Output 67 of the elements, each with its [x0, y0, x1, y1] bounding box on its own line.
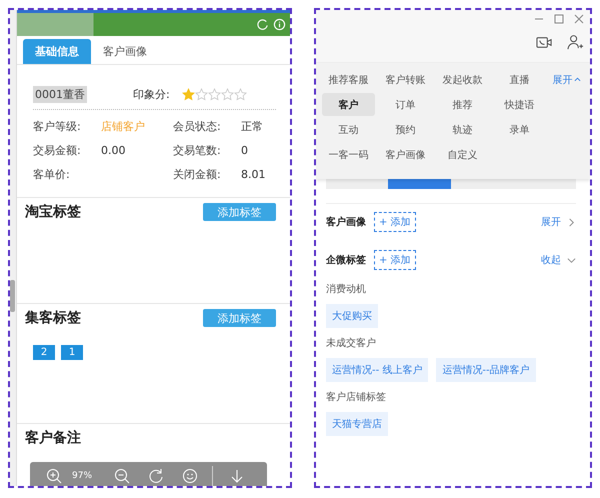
refresh-icon[interactable] [256, 18, 269, 31]
shortcut-item[interactable]: 客户 [322, 93, 375, 116]
smiley-icon[interactable] [182, 468, 198, 484]
rotate-icon[interactable] [148, 468, 164, 484]
filled-star-icon[interactable] [182, 88, 195, 100]
shortcut-item[interactable]: 自定义 [436, 143, 489, 166]
zoom-in-icon[interactable] [46, 468, 62, 484]
download-icon[interactable] [229, 468, 246, 484]
field-value: 0.00 [101, 144, 126, 156]
tag[interactable]: 2 [33, 345, 55, 360]
tag[interactable]: 运营情况--品牌客户 [436, 358, 536, 382]
tag[interactable]: 1 [61, 345, 83, 360]
info-icon[interactable] [272, 18, 286, 31]
field-label: 关闭金额: [173, 166, 222, 182]
shortcut-item[interactable]: 推荐客服 [322, 68, 375, 91]
section-title: 淘宝标签 [25, 203, 81, 221]
group-label: 未成交客户 [326, 336, 377, 350]
section-title: 企微标签 [326, 254, 367, 267]
shortcut-item[interactable]: 快捷语 [492, 93, 546, 116]
tag[interactable]: 运营情况-- 线上客户 [326, 358, 428, 382]
section-title: 客户备注 [25, 429, 81, 447]
shortcut-item[interactable]: 推荐 [436, 93, 489, 116]
shortcut-item[interactable]: 互动 [322, 118, 375, 141]
add-button[interactable]: + 添加 [374, 250, 416, 270]
customer-name: 0001董香 [33, 86, 87, 102]
group-label: 客户店铺标签 [326, 390, 387, 404]
empty-star-icon[interactable] [220, 88, 234, 100]
field-label: 会员状态: [173, 118, 222, 134]
tag[interactable]: 天猫专营店 [326, 412, 388, 436]
rating-label: 印象分: [133, 86, 170, 102]
caret-icon [574, 76, 582, 83]
tab[interactable]: 客户画像 [91, 39, 159, 64]
shortcut-item[interactable]: 录单 [492, 118, 546, 141]
field-label: 客户等级: [33, 118, 82, 134]
shortcut-item[interactable]: 客户画像 [378, 143, 432, 166]
empty-star-icon[interactable] [208, 88, 221, 100]
section-title: 集客标签 [25, 309, 81, 327]
shortcut-item[interactable]: 客户转账 [378, 68, 432, 91]
field-value: 8.01 [241, 168, 266, 180]
field-value: 0 [241, 144, 248, 156]
toggle-link[interactable]: 展开 [541, 215, 576, 229]
field-value: 正常 [241, 118, 263, 134]
shortcut-item[interactable]: 订单 [378, 93, 432, 116]
empty-star-icon[interactable] [234, 88, 247, 100]
toggle-link[interactable]: 收起 [541, 253, 576, 267]
section-title: 客户画像 [326, 215, 367, 229]
group-label: 消费动机 [326, 282, 367, 296]
shortcut-item[interactable]: 直播 [492, 68, 546, 91]
add-contact-icon[interactable] [567, 34, 584, 51]
add-button[interactable]: + 添加 [374, 212, 416, 232]
zoom-out-icon[interactable] [114, 468, 130, 484]
chevron-icon [567, 218, 576, 226]
shortcut-item[interactable]: 一客一码 [322, 143, 375, 166]
close-icon[interactable] [574, 14, 584, 24]
scrollbar[interactable] [10, 280, 15, 312]
field-label: 交易金额: [33, 142, 82, 158]
zoom-level: 97% [72, 471, 92, 481]
field-label: 客单价: [33, 166, 71, 182]
tag[interactable]: 大促购买 [326, 304, 378, 328]
maximize-icon[interactable] [554, 14, 564, 24]
expand-link[interactable]: 展开 [548, 67, 586, 92]
chevron-icon [567, 256, 576, 264]
shortcut-item[interactable]: 发起收款 [436, 68, 489, 91]
shortcut-item[interactable]: 轨迹 [436, 118, 489, 141]
field-value: 店铺客户 [101, 118, 145, 134]
shortcut-item[interactable]: 预约 [378, 118, 432, 141]
field-label: 交易笔数: [173, 142, 222, 158]
